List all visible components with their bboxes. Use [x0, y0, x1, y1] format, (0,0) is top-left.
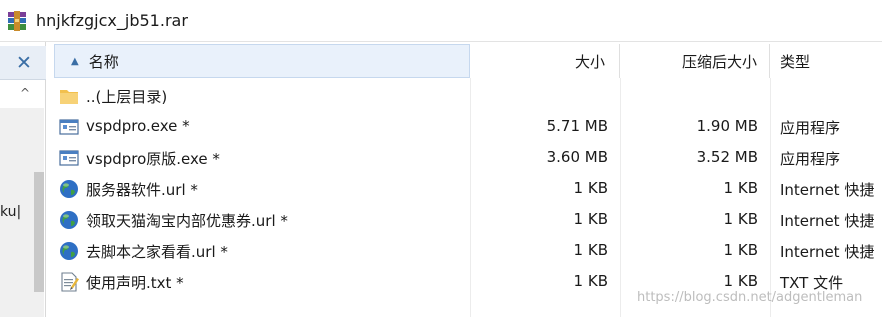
cut-off-label: ku| [0, 204, 22, 220]
column-header-size[interactable]: 大小 [470, 44, 620, 78]
column-header-type[interactable]: 类型 [770, 44, 882, 78]
file-size: 3.60 MB [546, 148, 608, 166]
file-name: 服务器软件.url * [86, 181, 198, 199]
title-bar: hnjkfzgjcx_jb51.rar [0, 0, 882, 42]
file-type: 应用程序 [780, 150, 841, 168]
globe-icon [60, 242, 78, 260]
globe-icon [60, 180, 78, 198]
file-row[interactable]: 去脚本之家看看.url * 1 KB 1 KB Internet 快捷 [54, 235, 882, 266]
close-pane-button[interactable]: ✕ [0, 46, 46, 80]
file-packed-size: 1 KB [723, 179, 758, 197]
column-header-row: ▲ 名称 大小 压缩后大小 类型 [54, 44, 882, 78]
column-header-type-label: 类型 [780, 52, 811, 71]
folder-icon [60, 90, 78, 104]
globe-icon [60, 211, 78, 229]
file-name: ..(上层目录) [86, 88, 168, 106]
sort-ascending-icon: ▲ [71, 55, 79, 67]
file-row[interactable]: 服务器软件.url * 1 KB 1 KB Internet 快捷 [54, 173, 882, 204]
file-packed-size: 1 KB [723, 241, 758, 259]
file-row[interactable]: vspdpro原版.exe * 3.60 MB 3.52 MB 应用程序 [54, 142, 882, 173]
file-packed-size: 1.90 MB [696, 117, 758, 135]
column-header-size-label: 大小 [574, 52, 605, 71]
file-name: 使用声明.txt * [86, 274, 184, 292]
scroll-up-arrow[interactable]: ^ [20, 86, 30, 100]
winrar-archive-icon [8, 11, 26, 31]
column-header-name-label: 名称 [88, 52, 119, 71]
close-icon: ✕ [16, 52, 32, 74]
file-size: 1 KB [573, 241, 608, 259]
column-header-packed[interactable]: 压缩后大小 [620, 44, 770, 78]
window-title: hnjkfzgjcx_jb51.rar [36, 11, 188, 30]
watermark: https://blog.csdn.net/adgentleman [637, 290, 863, 305]
file-row[interactable]: 领取天猫淘宝内部优惠券.url * 1 KB 1 KB Internet 快捷 [54, 204, 882, 235]
file-row[interactable]: ..(上层目录) [54, 80, 882, 111]
file-size: 1 KB [573, 179, 608, 197]
file-type: Internet 快捷 [780, 181, 875, 199]
left-pane-scroll-thumb[interactable] [34, 172, 44, 292]
exe-icon [59, 150, 79, 166]
file-row[interactable]: vspdpro.exe * 5.71 MB 1.90 MB 应用程序 [54, 111, 882, 142]
column-header-name[interactable]: ▲ 名称 [54, 44, 470, 78]
file-size: 1 KB [573, 210, 608, 228]
file-size: 1 KB [573, 272, 608, 290]
txt-icon [61, 272, 79, 292]
file-size: 5.71 MB [546, 117, 608, 135]
file-packed-size: 1 KB [723, 210, 758, 228]
column-header-packed-label: 压缩后大小 [681, 52, 757, 71]
file-packed-size: 1 KB [723, 272, 758, 290]
file-packed-size: 3.52 MB [696, 148, 758, 166]
file-type: Internet 快捷 [780, 243, 875, 261]
file-name: vspdpro原版.exe * [86, 150, 220, 168]
file-type: Internet 快捷 [780, 212, 875, 230]
file-name: 去脚本之家看看.url * [86, 243, 228, 261]
file-name: vspdpro.exe * [86, 117, 190, 135]
file-type: 应用程序 [780, 119, 841, 137]
left-pane: ✕ ^ ku| [0, 42, 46, 317]
exe-icon [59, 119, 79, 135]
file-name: 领取天猫淘宝内部优惠券.url * [86, 212, 288, 230]
file-list: ▲ 名称 大小 压缩后大小 类型 ..(上层目录) vspdpro.exe * … [46, 42, 882, 317]
